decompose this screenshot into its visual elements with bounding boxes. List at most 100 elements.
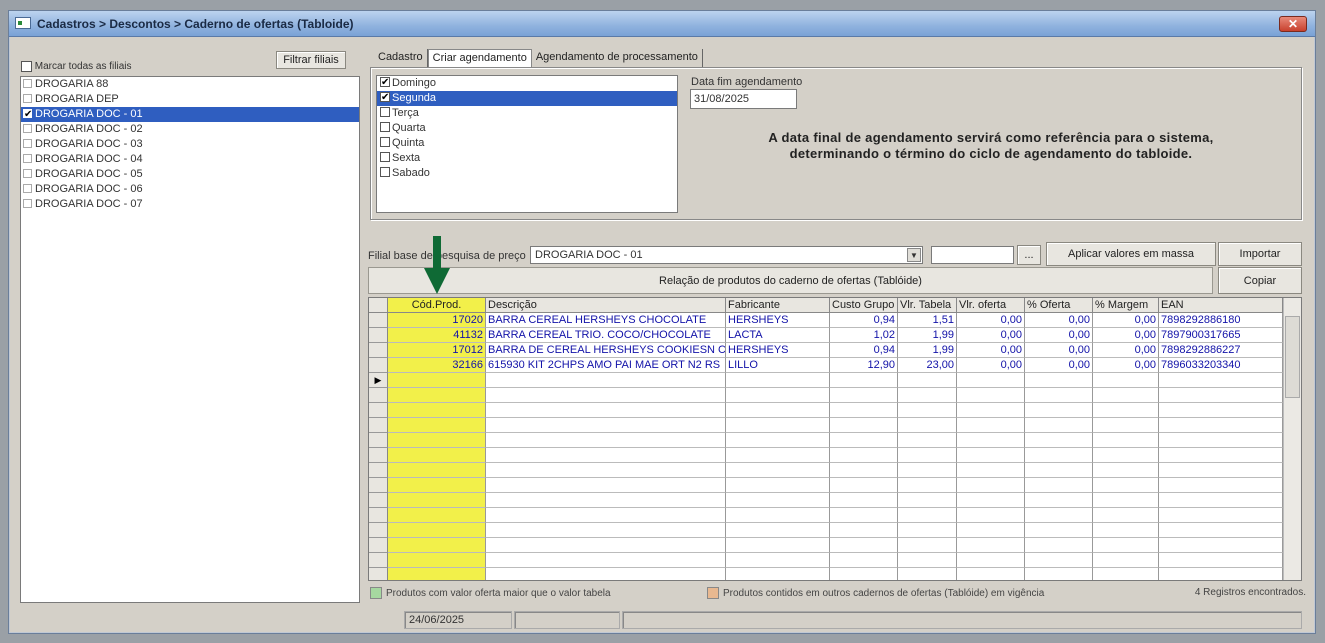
table-cell[interactable]: 0,94 [830, 313, 898, 328]
table-cell[interactable] [1093, 538, 1159, 553]
table-cell[interactable] [486, 508, 726, 523]
table-row[interactable] [369, 388, 1283, 403]
table-cell[interactable] [1159, 448, 1283, 463]
checkbox-icon[interactable] [380, 75, 390, 90]
table-row[interactable]: 41132 BARRA CEREAL TRIO. COCO/CHOCOLATE LA… [369, 328, 1283, 343]
column-header[interactable]: Vlr. oferta [957, 298, 1025, 313]
table-cell[interactable]: 23,00 [898, 358, 957, 373]
checkbox-icon[interactable] [23, 169, 32, 178]
table-cell[interactable] [486, 568, 726, 580]
table-row[interactable] [369, 538, 1283, 553]
row-indicator[interactable] [369, 388, 388, 403]
table-cell[interactable] [898, 373, 957, 388]
table-cell[interactable] [1159, 478, 1283, 493]
table-cell[interactable] [1025, 553, 1093, 568]
table-cell[interactable] [726, 538, 830, 553]
table-cell[interactable]: 0,00 [957, 313, 1025, 328]
table-cell[interactable] [486, 538, 726, 553]
table-cell[interactable]: 32166 [388, 358, 486, 373]
table-cell[interactable] [830, 553, 898, 568]
table-cell[interactable] [830, 508, 898, 523]
table-cell[interactable] [898, 478, 957, 493]
table-cell[interactable] [957, 553, 1025, 568]
table-cell[interactable] [1093, 553, 1159, 568]
table-row[interactable]: 17012 BARRA DE CEREAL HERSHEYS COOKIESN C… [369, 343, 1283, 358]
date-end-input[interactable]: 31/08/2025 [690, 89, 797, 109]
row-indicator[interactable] [369, 418, 388, 433]
table-cell[interactable] [388, 418, 486, 433]
table-cell[interactable] [830, 433, 898, 448]
table-cell[interactable] [898, 538, 957, 553]
tab-criar-agendamento[interactable]: Criar agendamento [427, 49, 532, 67]
table-cell[interactable]: 0,00 [957, 328, 1025, 343]
table-cell[interactable]: HERSHEYS [726, 313, 830, 328]
checkbox-icon[interactable] [23, 79, 32, 88]
weekdays-list[interactable]: Domingo Segunda Terça Quarta Quinta Sexta Saba… [376, 75, 678, 213]
filial-item[interactable]: DROGARIA DOC - 01 [21, 107, 359, 122]
table-cell[interactable]: LACTA [726, 328, 830, 343]
table-cell[interactable] [1025, 373, 1093, 388]
table-cell[interactable]: 0,94 [830, 343, 898, 358]
table-cell[interactable] [1025, 448, 1093, 463]
table-cell[interactable] [1159, 403, 1283, 418]
table-cell[interactable] [388, 463, 486, 478]
table-cell[interactable] [388, 523, 486, 538]
weekday-item[interactable]: Segunda [377, 90, 677, 106]
row-indicator[interactable] [369, 448, 388, 463]
table-cell[interactable] [486, 418, 726, 433]
table-cell[interactable] [388, 508, 486, 523]
table-cell[interactable] [726, 463, 830, 478]
table-cell[interactable] [388, 538, 486, 553]
table-cell[interactable] [726, 418, 830, 433]
table-cell[interactable] [830, 403, 898, 418]
table-cell[interactable] [1025, 508, 1093, 523]
table-cell[interactable] [1093, 493, 1159, 508]
scrollbar-thumb[interactable] [1285, 316, 1300, 398]
table-cell[interactable] [1093, 448, 1159, 463]
table-cell[interactable] [830, 388, 898, 403]
checkbox-icon[interactable] [23, 154, 32, 163]
column-header[interactable]: Custo Grupo [830, 298, 898, 313]
table-row[interactable] [369, 433, 1283, 448]
table-cell[interactable] [830, 373, 898, 388]
table-cell[interactable] [957, 568, 1025, 580]
row-indicator[interactable] [369, 403, 388, 418]
filial-item[interactable]: DROGARIA DOC - 02 [21, 122, 359, 137]
table-cell[interactable]: LILLO [726, 358, 830, 373]
table-row[interactable] [369, 493, 1283, 508]
table-cell[interactable]: 0,00 [1093, 343, 1159, 358]
checkbox-icon[interactable] [380, 107, 390, 117]
table-cell[interactable] [388, 448, 486, 463]
table-cell[interactable]: 0,00 [1093, 328, 1159, 343]
filter-filiais-button[interactable]: Filtrar filiais [276, 51, 346, 69]
table-cell[interactable] [830, 418, 898, 433]
table-cell[interactable]: 1,99 [898, 343, 957, 358]
table-cell[interactable] [1159, 553, 1283, 568]
price-search-input[interactable] [931, 246, 1014, 264]
table-cell[interactable] [1159, 538, 1283, 553]
table-cell[interactable] [486, 553, 726, 568]
table-row[interactable] [369, 403, 1283, 418]
table-row[interactable] [369, 508, 1283, 523]
checkbox-icon[interactable] [380, 122, 390, 132]
table-cell[interactable] [830, 463, 898, 478]
table-cell[interactable]: BARRA CEREAL HERSHEYS CHOCOLATE [486, 313, 726, 328]
table-cell[interactable] [898, 433, 957, 448]
table-cell[interactable]: 0,00 [1025, 343, 1093, 358]
table-cell[interactable]: 17012 [388, 343, 486, 358]
table-cell[interactable] [957, 448, 1025, 463]
table-cell[interactable] [1025, 403, 1093, 418]
table-cell[interactable] [726, 493, 830, 508]
table-cell[interactable]: 7898292886227 [1159, 343, 1283, 358]
table-cell[interactable] [388, 568, 486, 580]
table-cell[interactable] [388, 553, 486, 568]
table-cell[interactable] [726, 478, 830, 493]
checkbox-icon[interactable] [380, 90, 390, 105]
table-cell[interactable] [1093, 463, 1159, 478]
tab-agendamento-processamento[interactable]: Agendamento de processamento [532, 49, 703, 67]
table-row[interactable]: 17020 BARRA CEREAL HERSHEYS CHOCOLATE HERS… [369, 313, 1283, 328]
table-cell[interactable] [726, 448, 830, 463]
table-cell[interactable] [898, 388, 957, 403]
weekday-item[interactable]: Sexta [377, 151, 677, 166]
checkbox-icon[interactable] [23, 107, 32, 122]
